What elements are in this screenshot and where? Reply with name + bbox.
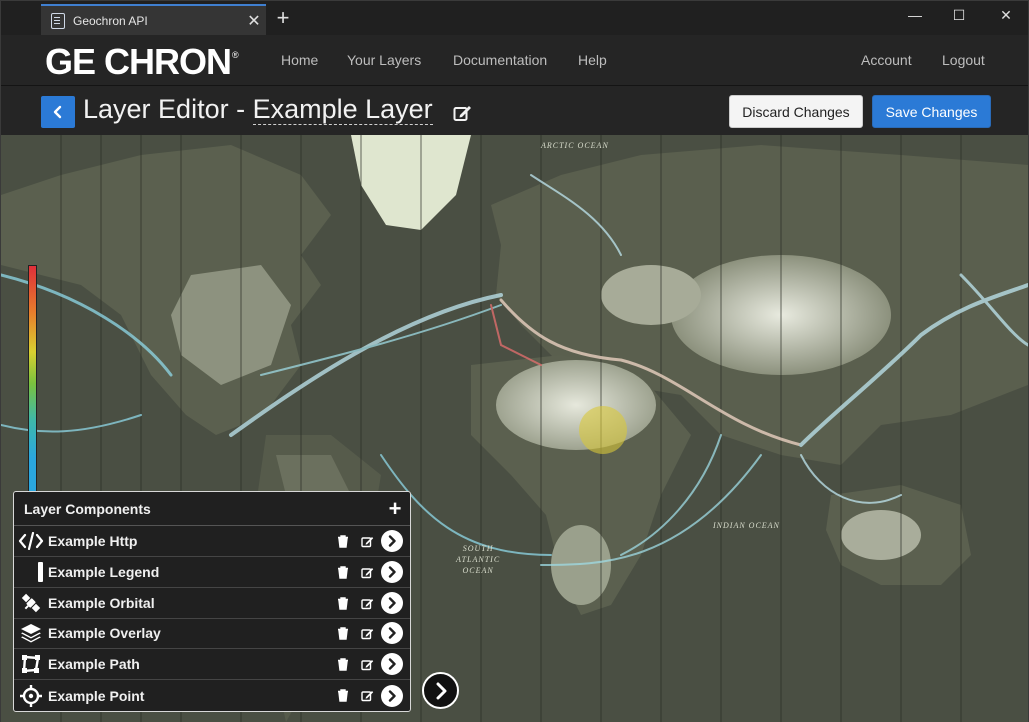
component-label: Example Http (48, 533, 138, 549)
component-row-point[interactable]: Example Point (14, 680, 410, 711)
trash-icon[interactable] (331, 526, 355, 557)
chevron-right-icon[interactable] (381, 684, 403, 707)
discard-changes-button[interactable]: Discard Changes (729, 95, 863, 128)
component-row-legend[interactable]: Example Legend (14, 557, 410, 588)
browser-window: Geochron API ✕ + — ☐ ✕ GE CHRON ® Home Y… (0, 0, 1029, 722)
trash-icon[interactable] (331, 618, 355, 649)
page-title: Layer Editor - Example Layer (83, 94, 433, 125)
trash-icon[interactable] (331, 649, 355, 680)
arctic-ocean-label: ARCTIC OCEAN (541, 141, 609, 150)
edit-title-icon[interactable] (453, 104, 473, 122)
layers-icon (14, 618, 48, 649)
nav-your-layers[interactable]: Your Layers (347, 52, 421, 68)
trash-icon[interactable] (331, 588, 355, 619)
back-button[interactable] (41, 96, 75, 128)
edit-icon[interactable] (355, 557, 379, 588)
save-changes-button[interactable]: Save Changes (872, 95, 991, 128)
add-component-button[interactable]: + (380, 496, 410, 522)
edit-icon[interactable] (355, 526, 379, 557)
component-row-overlay[interactable]: Example Overlay (14, 618, 410, 649)
nav-home[interactable]: Home (281, 52, 318, 68)
legend-icon (14, 557, 48, 588)
panel-title: Layer Components (24, 500, 151, 517)
nav-help[interactable]: Help (578, 52, 607, 68)
south-atlantic-label: SOUTH ATLANTIC OCEAN (456, 544, 501, 575)
crosshair-icon (14, 680, 48, 711)
component-label: Example Legend (48, 564, 160, 580)
page-title-prefix: Layer Editor - (83, 94, 253, 124)
component-row-orbital[interactable]: Example Orbital (14, 588, 410, 619)
maximize-button[interactable]: ☐ (949, 7, 969, 24)
code-icon (14, 526, 48, 557)
component-label: Example Orbital (48, 595, 155, 611)
component-label: Example Overlay (48, 625, 161, 641)
editor-header: Layer Editor - Example Layer Discard Cha… (1, 86, 1028, 135)
expand-panel-button[interactable] (422, 672, 459, 709)
chevron-right-icon[interactable] (381, 561, 403, 583)
close-window-button[interactable]: ✕ (996, 7, 1016, 24)
browser-tab[interactable]: Geochron API ✕ (41, 4, 266, 35)
chevron-right-icon[interactable] (381, 530, 403, 552)
new-tab-button[interactable]: + (273, 6, 293, 30)
component-label: Example Path (48, 656, 140, 672)
edit-icon[interactable] (355, 680, 379, 711)
registered-mark: ® (232, 50, 239, 60)
chevron-right-icon[interactable] (381, 653, 403, 675)
panel-header: Layer Components + (14, 492, 410, 526)
layer-components-panel: Layer Components + Example Http Example … (13, 491, 411, 712)
component-label: Example Point (48, 687, 145, 704)
minimize-button[interactable]: — (905, 7, 925, 23)
path-icon (14, 649, 48, 680)
nav-documentation[interactable]: Documentation (453, 52, 547, 68)
nav-logout[interactable]: Logout (942, 52, 985, 68)
logo-text: GE CHRON (45, 41, 232, 82)
site-navbar: GE CHRON ® Home Your Layers Documentatio… (1, 35, 1028, 86)
edit-icon[interactable] (355, 649, 379, 680)
satellite-icon (14, 588, 48, 619)
nav-account[interactable]: Account (861, 52, 912, 68)
chevron-right-icon[interactable] (381, 622, 403, 644)
component-row-path[interactable]: Example Path (14, 649, 410, 680)
chevron-left-icon (53, 105, 62, 119)
chevron-right-icon (436, 682, 446, 699)
close-tab-icon[interactable]: ✕ (242, 11, 266, 31)
legend-color-bar (28, 265, 37, 493)
edit-icon[interactable] (355, 618, 379, 649)
chevron-right-icon[interactable] (381, 592, 403, 614)
edit-icon[interactable] (355, 588, 379, 619)
trash-icon[interactable] (331, 680, 355, 711)
page-icon (51, 12, 65, 29)
indian-ocean-label: INDIAN OCEAN (713, 521, 780, 530)
layer-name[interactable]: Example Layer (252, 94, 433, 125)
component-row-http[interactable]: Example Http (14, 526, 410, 557)
trash-icon[interactable] (331, 557, 355, 588)
tab-title: Geochron API (73, 13, 148, 28)
title-bar: Geochron API ✕ + — ☐ ✕ (1, 1, 1028, 35)
geochron-logo[interactable]: GE CHRON ® (45, 41, 239, 83)
